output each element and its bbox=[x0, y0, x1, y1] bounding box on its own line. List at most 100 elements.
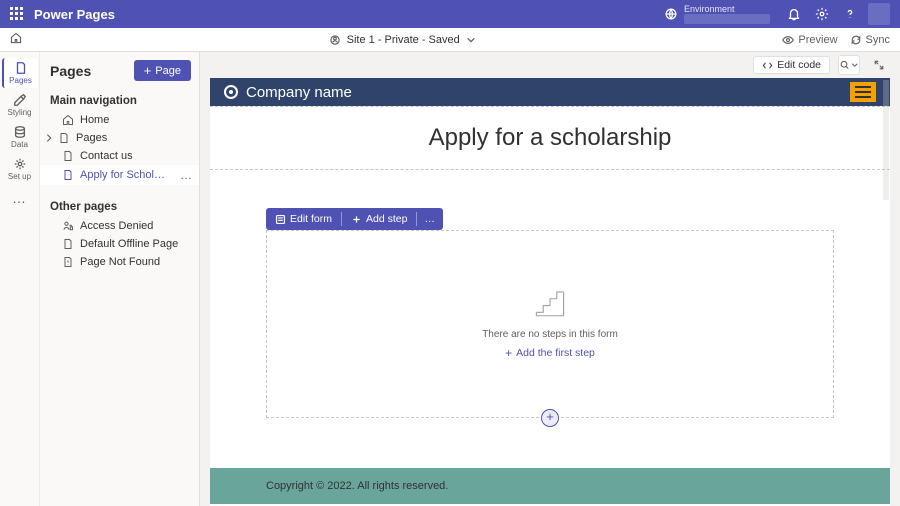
chevron-down-icon bbox=[851, 59, 859, 71]
profile-avatar[interactable] bbox=[868, 3, 890, 25]
environment-picker[interactable]: Environment bbox=[664, 4, 770, 24]
chevron-right-icon[interactable] bbox=[44, 133, 54, 143]
app-bar: Power Pages Environment bbox=[0, 0, 900, 28]
rail-pages[interactable]: Pages bbox=[2, 58, 38, 88]
page-title: Apply for a scholarship bbox=[210, 124, 890, 152]
main-nav-tree: Home Pages Contact us Apply for Scholars… bbox=[40, 111, 199, 185]
site-logo-icon bbox=[224, 85, 238, 99]
footer-text: Copyright © 2022. All rights reserved. bbox=[266, 480, 448, 492]
notifications-button[interactable] bbox=[780, 0, 808, 28]
nav-item-notfound[interactable]: Page Not Found bbox=[40, 253, 199, 271]
site-menu-button[interactable] bbox=[850, 82, 876, 102]
home-button[interactable] bbox=[10, 32, 22, 47]
sync-icon bbox=[850, 34, 862, 46]
site-footer: Copyright © 2022. All rights reserved. bbox=[210, 468, 890, 504]
site-status-dropdown[interactable]: Site 1 - Private - Saved bbox=[22, 34, 782, 46]
sync-button[interactable]: Sync bbox=[850, 34, 890, 46]
rail-styling[interactable]: Styling bbox=[2, 90, 38, 120]
nav-item-offline[interactable]: Default Offline Page bbox=[40, 235, 199, 253]
settings-button[interactable] bbox=[808, 0, 836, 28]
bell-icon bbox=[787, 7, 801, 21]
edit-form-label: Edit form bbox=[290, 213, 332, 225]
data-icon bbox=[13, 125, 27, 139]
nav-item-home[interactable]: Home bbox=[40, 111, 199, 129]
page-canvas[interactable]: Company name Apply for a scholarship Edi… bbox=[210, 78, 890, 506]
pages-pane: Pages +Page Main navigation Home Pages C… bbox=[40, 52, 200, 506]
home-icon bbox=[62, 114, 74, 126]
home-icon bbox=[10, 32, 22, 44]
nav-item-label: Default Offline Page bbox=[80, 238, 178, 250]
fullscreen-button[interactable] bbox=[868, 55, 890, 75]
page-icon bbox=[62, 238, 74, 250]
eye-icon bbox=[782, 34, 794, 46]
form-icon bbox=[275, 214, 286, 225]
form-toolbar: Edit form Add step … bbox=[266, 208, 443, 230]
form-more-button[interactable]: … bbox=[417, 208, 443, 230]
nav-item-pages[interactable]: Pages bbox=[40, 129, 199, 147]
main-nav-header: Main navigation bbox=[40, 89, 199, 111]
site-name: Company name bbox=[246, 84, 352, 101]
site-status-text: Site 1 - Private - Saved bbox=[347, 34, 460, 46]
plus-icon bbox=[351, 214, 362, 225]
nav-item-apply[interactable]: Apply for Scholars... … bbox=[40, 165, 199, 185]
page-icon bbox=[62, 169, 74, 181]
help-button[interactable] bbox=[836, 0, 864, 28]
nav-item-label: Page Not Found bbox=[80, 256, 160, 268]
rail-styling-label: Styling bbox=[7, 108, 31, 117]
rail-setup-label: Set up bbox=[8, 172, 31, 181]
environment-icon bbox=[664, 7, 678, 21]
site-icon bbox=[329, 34, 341, 46]
other-pages-header: Other pages bbox=[40, 195, 199, 217]
add-first-step-label: Add the first step bbox=[516, 347, 595, 359]
environment-label: Environment bbox=[684, 4, 770, 14]
pane-title: Pages bbox=[50, 63, 91, 79]
product-title: Power Pages bbox=[34, 7, 115, 22]
edit-code-label: Edit code bbox=[777, 59, 821, 71]
sync-label: Sync bbox=[866, 34, 890, 46]
add-first-step-button[interactable]: + Add the first step bbox=[505, 346, 595, 360]
add-section-button[interactable]: + bbox=[541, 409, 559, 427]
expand-icon bbox=[873, 59, 885, 71]
left-rail: Pages Styling Data Set up … bbox=[0, 52, 40, 506]
nav-item-label: Pages bbox=[76, 132, 107, 144]
help-icon bbox=[843, 7, 857, 21]
page-icon bbox=[58, 132, 70, 144]
other-pages-tree: Access Denied Default Offline Page Page … bbox=[40, 217, 199, 271]
new-page-button[interactable]: +Page bbox=[134, 60, 191, 81]
zoom-icon bbox=[839, 59, 850, 71]
rail-data[interactable]: Data bbox=[2, 122, 38, 152]
site-header: Company name bbox=[210, 78, 890, 106]
zoom-dropdown[interactable] bbox=[838, 55, 860, 75]
rail-pages-label: Pages bbox=[9, 76, 32, 85]
code-icon bbox=[762, 60, 773, 71]
multistep-form-section: Edit form Add step … There are no steps … bbox=[266, 208, 834, 418]
title-section[interactable]: Apply for a scholarship bbox=[210, 106, 890, 170]
canvas-area: Edit code Company name Apply for a schol… bbox=[200, 52, 900, 506]
plus-icon: + bbox=[505, 346, 512, 360]
gear-icon bbox=[815, 7, 829, 21]
add-step-button[interactable]: Add step bbox=[342, 208, 416, 230]
add-step-label: Add step bbox=[366, 213, 407, 225]
canvas-toolbar: Edit code bbox=[200, 52, 900, 78]
rail-setup[interactable]: Set up bbox=[2, 154, 38, 184]
edit-code-button[interactable]: Edit code bbox=[753, 56, 830, 74]
page-icon bbox=[62, 150, 74, 162]
setup-icon bbox=[13, 157, 27, 171]
rail-data-label: Data bbox=[11, 140, 28, 149]
empty-text: There are no steps in this form bbox=[482, 329, 618, 340]
nav-item-label: Contact us bbox=[80, 150, 133, 162]
waffle-icon[interactable] bbox=[10, 7, 24, 21]
page-warning-icon bbox=[62, 256, 74, 268]
steps-empty-icon bbox=[533, 288, 567, 323]
new-page-label: Page bbox=[155, 65, 181, 77]
nav-item-label: Home bbox=[80, 114, 109, 126]
nav-item-label: Apply for Scholars... bbox=[80, 169, 168, 181]
form-empty-state: There are no steps in this form + Add th… bbox=[266, 230, 834, 418]
nav-item-more-icon[interactable]: … bbox=[180, 168, 193, 182]
nav-item-contact[interactable]: Contact us bbox=[40, 147, 199, 165]
rail-more[interactable]: … bbox=[12, 190, 27, 206]
command-bar: Site 1 - Private - Saved Preview Sync bbox=[0, 28, 900, 52]
nav-item-access-denied[interactable]: Access Denied bbox=[40, 217, 199, 235]
edit-form-button[interactable]: Edit form bbox=[266, 208, 341, 230]
preview-button[interactable]: Preview bbox=[782, 34, 837, 46]
